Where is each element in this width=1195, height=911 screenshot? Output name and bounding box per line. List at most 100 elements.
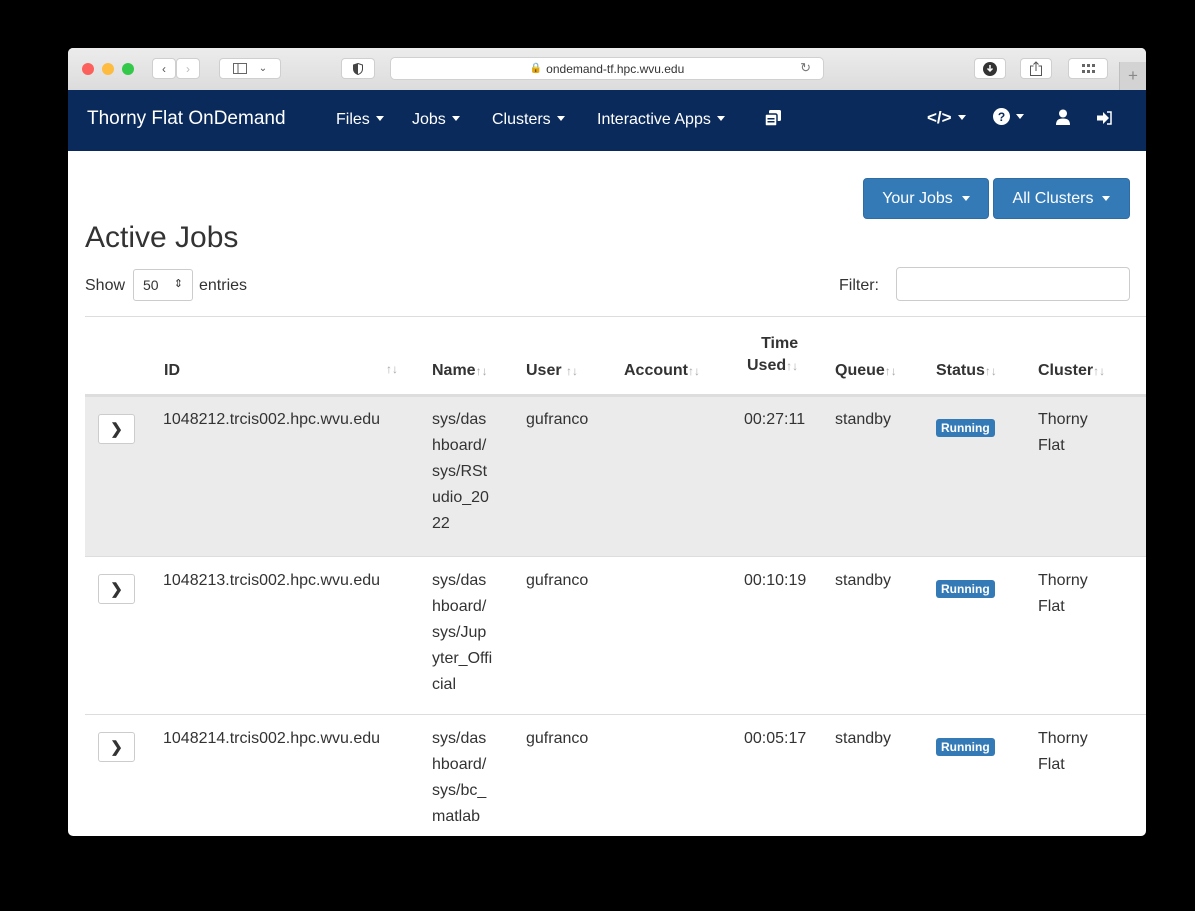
your-jobs-dropdown[interactable]: Your Jobs <box>863 178 989 219</box>
share-button[interactable] <box>1020 58 1052 79</box>
job-id-cell: 1048214.trcis002.hpc.wvu.edu <box>163 730 381 747</box>
job-name-cell: sys/das hboard/ sys/Jup yter_Offi cial <box>432 568 492 698</box>
browser-window: ‹ › ⌄ 🔒 ondemand-tf.hpc.wvu.edu ↻ + Thor… <box>68 48 1146 836</box>
logout-button[interactable] <box>1097 110 1112 130</box>
column-header-name[interactable]: Name↑↓ <box>432 360 488 382</box>
user-cell: gufranco <box>526 411 589 428</box>
cluster-line: Flat <box>1038 437 1065 454</box>
sort-arrows-icon: ↑↓ <box>1093 364 1106 378</box>
job-name-line: sys/Jup <box>432 624 487 641</box>
column-header-time-used[interactable]: Time Used↑↓ <box>747 333 798 377</box>
help-dropdown[interactable]: ? <box>993 107 1024 127</box>
back-button[interactable]: ‹ <box>152 58 176 79</box>
column-header-queue[interactable]: Queue↑↓ <box>835 360 897 382</box>
logout-icon <box>1097 111 1112 125</box>
lock-icon: 🔒 <box>529 63 543 74</box>
column-header-id[interactable]: ID <box>164 360 180 382</box>
reload-icon[interactable]: ↻ <box>800 60 811 76</box>
expand-row-button[interactable]: ❯ <box>98 574 135 604</box>
nav-clusters-dropdown[interactable]: Clusters <box>492 111 565 129</box>
expand-row-button[interactable]: ❯ <box>98 732 135 762</box>
privacy-report-button[interactable] <box>341 58 375 79</box>
column-header-account[interactable]: Account↑↓ <box>624 360 700 382</box>
downloads-button[interactable] <box>974 58 1006 79</box>
job-name-line: matlab <box>432 808 481 825</box>
column-header-status-label: Status <box>936 362 985 379</box>
caret-down-icon <box>375 116 384 121</box>
url-text: ondemand-tf.hpc.wvu.edu <box>546 61 685 76</box>
column-header-time-line1: Time <box>761 335 799 352</box>
nav-jobs-label: Jobs <box>412 111 446 128</box>
job-name-line: udio_20 <box>432 489 489 506</box>
top-navbar: Thorny Flat OnDemand Files Jobs Clusters… <box>68 90 1146 151</box>
cluster-cell: Thorny Flat <box>1038 568 1088 620</box>
table-row: ❯ 1048213.trcis002.hpc.wvu.edu sys/das h… <box>85 556 1146 715</box>
entries-select[interactable]: 50 ⇕ <box>133 269 193 301</box>
sidebar-toggle-button[interactable]: ⌄ <box>219 58 281 79</box>
sort-arrows-icon[interactable]: ↑↓ <box>386 362 398 376</box>
forward-button[interactable]: › <box>176 58 200 79</box>
job-name-line: sys/bc_ <box>432 782 487 799</box>
time-used-cell: 00:05:17 <box>744 730 807 747</box>
nav-clusters-label: Clusters <box>492 111 551 128</box>
chevron-left-icon: ‹ <box>162 61 166 76</box>
expand-row-button[interactable]: ❯ <box>98 414 135 444</box>
browser-titlebar: ‹ › ⌄ 🔒 ondemand-tf.hpc.wvu.edu ↻ + <box>68 48 1146 91</box>
minimize-window-button[interactable] <box>102 63 114 75</box>
user-cell: gufranco <box>526 730 589 747</box>
chevron-down-icon: ⌄ <box>258 63 268 74</box>
brand-link[interactable]: Thorny Flat OnDemand <box>87 108 286 130</box>
column-header-cluster[interactable]: Cluster↑↓ <box>1038 360 1105 382</box>
job-name-line: yter_Offi <box>432 650 493 667</box>
grid-icon <box>1081 64 1095 73</box>
cluster-line: Thorny <box>1038 411 1088 428</box>
job-name-line: hboard/ <box>432 756 487 773</box>
queue-cell: standby <box>835 572 892 589</box>
sort-arrows-icon: ↑↓ <box>984 364 997 378</box>
cluster-line: Thorny <box>1038 572 1088 589</box>
column-header-name-label: Name <box>432 362 476 379</box>
status-badge: Running <box>936 738 995 756</box>
nav-files-dropdown[interactable]: Files <box>336 111 384 129</box>
column-header-status[interactable]: Status↑↓ <box>936 360 997 382</box>
svg-text:?: ? <box>998 110 1005 124</box>
time-used-cell: 00:10:19 <box>744 572 807 589</box>
all-clusters-dropdown[interactable]: All Clusters <box>993 178 1130 219</box>
cluster-line: Flat <box>1038 598 1065 615</box>
zoom-window-button[interactable] <box>122 63 134 75</box>
entries-select-value: 50 <box>143 277 159 293</box>
nav-interactive-apps-dropdown[interactable]: Interactive Apps <box>597 111 725 129</box>
address-bar[interactable]: 🔒 ondemand-tf.hpc.wvu.edu ↻ <box>390 57 824 80</box>
job-name-line: sys/das <box>432 730 487 747</box>
tab-overview-button[interactable] <box>1068 58 1108 79</box>
queue-cell: standby <box>835 411 892 428</box>
close-window-button[interactable] <box>82 63 94 75</box>
nav-files-label: Files <box>336 111 370 128</box>
user-icon <box>1056 109 1070 125</box>
column-header-user-label: User <box>526 362 562 379</box>
caret-down-icon <box>451 116 460 121</box>
sort-arrows-icon: ↑↓ <box>786 359 799 373</box>
caret-down-icon <box>716 116 725 121</box>
chevron-right-icon: › <box>186 61 190 76</box>
user-menu[interactable] <box>1056 109 1070 130</box>
filter-input[interactable] <box>896 267 1130 301</box>
caret-down-icon <box>1102 196 1111 201</box>
sessions-icon[interactable] <box>764 110 781 131</box>
column-header-user[interactable]: User ↑↓ <box>526 360 578 382</box>
developer-dropdown[interactable]: </> <box>927 108 966 128</box>
cluster-line: Thorny <box>1038 730 1088 747</box>
job-name-line: sys/das <box>432 411 487 428</box>
shield-icon <box>353 62 363 75</box>
queue-cell: standby <box>835 730 892 747</box>
column-header-time-line2: Used <box>747 357 787 374</box>
time-used-cell: 00:27:11 <box>744 411 806 428</box>
job-name-line: 22 <box>432 515 450 532</box>
nav-jobs-dropdown[interactable]: Jobs <box>412 111 460 129</box>
column-header-account-label: Account <box>624 362 688 379</box>
cluster-line: Flat <box>1038 756 1065 773</box>
new-tab-button[interactable]: + <box>1119 62 1146 90</box>
cluster-cell: Thorny Flat <box>1038 407 1088 459</box>
job-id-cell: 1048212.trcis002.hpc.wvu.edu <box>163 411 381 428</box>
select-arrows-icon: ⇕ <box>173 278 183 290</box>
